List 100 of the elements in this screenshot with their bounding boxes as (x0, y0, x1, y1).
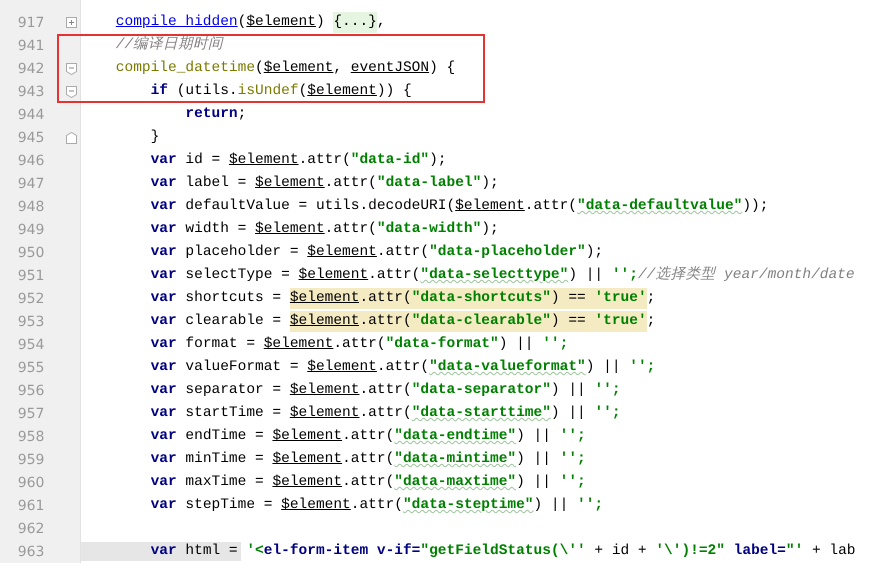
code-text: .attr( (359, 381, 412, 400)
variable-name: $element (307, 358, 377, 377)
code-text: .attr( (298, 151, 351, 170)
code-text: } (150, 128, 160, 147)
code-comment: //编译日期时间 (116, 35, 224, 55)
code-text: + lab (810, 542, 856, 561)
line-number: 946 (16, 152, 44, 168)
keyword: var (150, 243, 177, 262)
line-number: 941 (16, 38, 44, 54)
string-literal: "data-format" (386, 335, 499, 354)
code-text: ( (298, 82, 308, 101)
code-text: maxTime = (184, 473, 265, 492)
code-text: )) { (376, 82, 412, 101)
string-literal: "getFieldStatus(\'' (420, 542, 586, 561)
code-text: (utils. (176, 82, 238, 101)
code-text: ) == (550, 288, 594, 309)
variable-name: $element (228, 151, 299, 170)
code-text: minTime = (184, 450, 265, 469)
variable-name: $element (307, 243, 377, 262)
code-text: endTime = (184, 427, 265, 446)
html-tag: label= (724, 541, 786, 562)
code-text: ) || (534, 496, 570, 515)
code-text: .attr( (376, 243, 430, 262)
code-text: ); (481, 220, 499, 239)
string-literal: "data-placeholder" (429, 243, 586, 262)
keyword: var (150, 335, 177, 354)
variable-name: $element (272, 427, 342, 446)
code-text: shortcuts = (184, 289, 282, 308)
variable-name: $element (272, 473, 342, 492)
code-text: html = (184, 542, 239, 561)
line-number: 961 (16, 498, 44, 514)
line-number: 947 (16, 176, 44, 192)
function-link[interactable]: compile hidden (116, 12, 238, 33)
keyword: var (150, 174, 177, 193)
code-text: .attr( (350, 496, 403, 515)
code-text: ) || (586, 358, 622, 377)
keyword: var (150, 289, 177, 308)
code-text: .attr( (342, 473, 394, 492)
string-literal: ''; (629, 358, 656, 377)
code-text: ; (646, 312, 656, 331)
code-text: defaultValue = utils.decodeURI( (184, 197, 456, 216)
line-number: 950 (16, 244, 44, 260)
string-literal: "data-clearable" (412, 311, 551, 332)
keyword: var (150, 404, 177, 423)
variable-name: $element (272, 450, 342, 469)
string-literal: ''; (594, 381, 621, 400)
string-literal: "data-defaultvalue" (577, 197, 742, 216)
expand-icon[interactable] (66, 17, 77, 28)
variable-name: $element (307, 82, 377, 101)
string-literal: 'true' (594, 311, 647, 332)
line-number: 960 (16, 474, 44, 490)
keyword: var (150, 473, 177, 492)
code-comment: //选择类型 year/month/date (638, 265, 855, 285)
keyword: if (150, 82, 168, 101)
keyword: var (150, 358, 177, 377)
line-number: 944 (16, 106, 44, 122)
code-text: ) { (429, 59, 456, 78)
string-literal: "' (786, 542, 804, 561)
code-text: selectType = (184, 266, 291, 285)
function-name: isUndef (238, 82, 299, 101)
variable-name: $element (298, 266, 368, 285)
collapse-icon[interactable] (66, 86, 77, 98)
line-number: 943 (16, 84, 44, 100)
collapse-icon[interactable] (66, 62, 77, 74)
code-text: startTime = (184, 404, 282, 423)
code-text: .attr( (324, 174, 377, 193)
code-text: ); (429, 151, 447, 170)
code-text: .attr( (342, 450, 394, 469)
string-literal: ''; (612, 266, 638, 285)
code-text: stepTime = (184, 496, 274, 515)
fold-end-icon[interactable] (66, 132, 77, 144)
string-literal: '\')!=2" (655, 542, 725, 561)
code-text: ); (586, 243, 604, 262)
code-text: ) || (550, 404, 587, 423)
code-text: ) || (516, 427, 552, 446)
line-number: 959 (16, 452, 44, 468)
keyword: var (150, 312, 177, 331)
line-number: 951 (16, 268, 44, 284)
keyword: var (150, 427, 177, 446)
variable-name: $element (255, 174, 325, 193)
line-number: 962 (16, 520, 44, 536)
code-text: ) || (550, 381, 587, 400)
code-text: format = (184, 335, 256, 354)
code-text: id = (184, 151, 222, 170)
variable-name: $element (290, 381, 360, 400)
line-number: 956 (16, 382, 44, 398)
folded-code[interactable]: {...} (333, 12, 377, 33)
line-number: 955 (16, 360, 44, 376)
code-text: .attr( (359, 404, 412, 423)
keyword: var (150, 542, 177, 561)
string-literal: ''; (560, 450, 586, 469)
string-literal: ''; (577, 496, 604, 515)
code-text: + id + (593, 542, 648, 561)
line-number: 949 (16, 222, 44, 238)
line-number: 945 (16, 130, 44, 146)
code-text: , (376, 13, 386, 32)
variable-name: $element (264, 335, 334, 354)
code-text: ; (646, 289, 656, 308)
keyword: var (150, 381, 177, 400)
line-number: 954 (16, 336, 44, 352)
